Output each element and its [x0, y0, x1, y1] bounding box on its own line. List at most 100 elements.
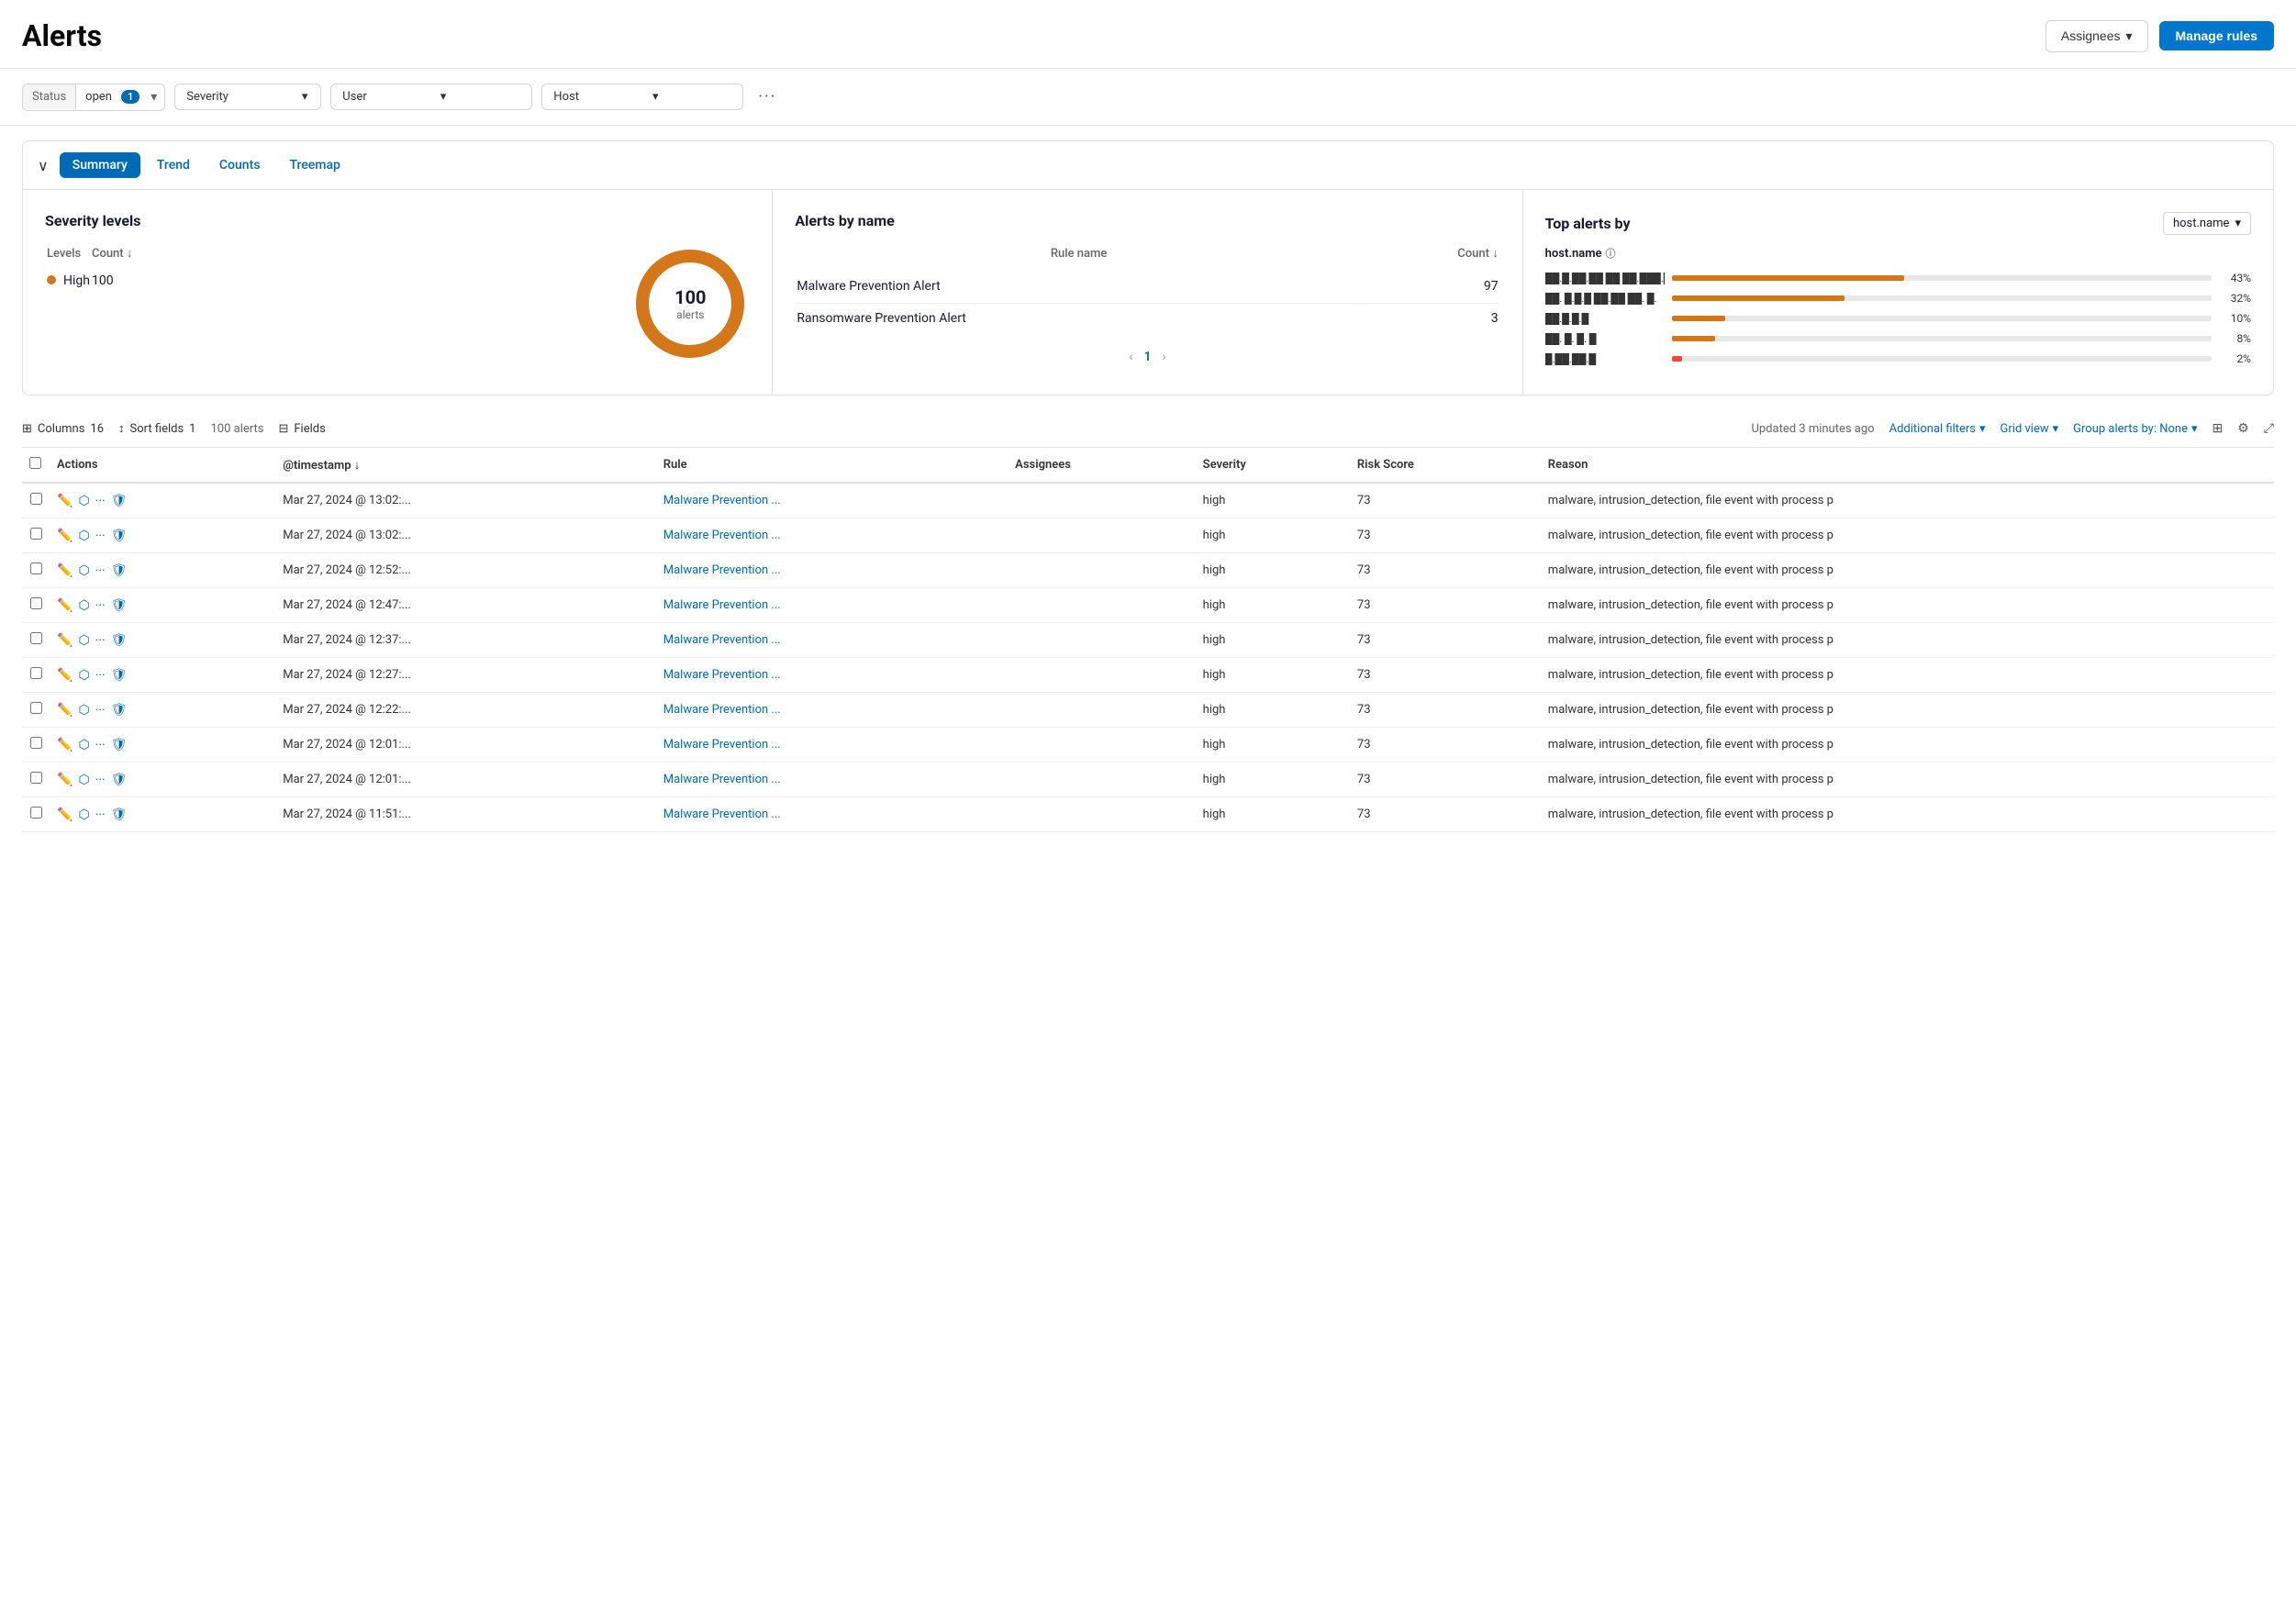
- row-checkbox-0[interactable]: [30, 493, 42, 505]
- more-icon[interactable]: ···: [95, 494, 106, 508]
- top-alerts-dropdown[interactable]: host.name ▾: [2163, 212, 2251, 235]
- row-checkbox-6[interactable]: [30, 702, 42, 714]
- assignees-button[interactable]: Assignees ▾: [2045, 20, 2148, 52]
- fields-button[interactable]: ⊟ Fields: [278, 422, 325, 436]
- columns-button[interactable]: ⊞ Columns 16: [22, 422, 104, 436]
- row-checkbox-cell-3: [22, 588, 50, 623]
- pencil-icon[interactable]: ✏️: [57, 738, 72, 752]
- shield-icon[interactable]: 🛡: [111, 563, 128, 578]
- shield-icon[interactable]: 🛡: [111, 808, 128, 822]
- row-actions-cell-8: ✏️ ⬡ ··· 🛡: [50, 763, 275, 797]
- shield-icon[interactable]: 🛡: [111, 633, 128, 648]
- alert-rule-count: 3: [1363, 303, 1499, 333]
- more-icon[interactable]: ···: [95, 808, 106, 822]
- row-checkbox-2[interactable]: [30, 562, 42, 574]
- rule-link-6[interactable]: Malware Prevention ...: [663, 703, 781, 717]
- prev-page-button[interactable]: ‹: [1129, 350, 1132, 364]
- pencil-icon[interactable]: ✏️: [57, 563, 72, 578]
- more-filters-button[interactable]: ···: [752, 82, 782, 112]
- network-icon[interactable]: ⬡: [78, 738, 89, 752]
- pencil-icon[interactable]: ✏️: [57, 598, 72, 613]
- more-icon[interactable]: ···: [95, 773, 106, 787]
- rule-link-7[interactable]: Malware Prevention ...: [663, 738, 781, 752]
- tab-counts[interactable]: Counts: [206, 152, 273, 178]
- row-checkbox-7[interactable]: [30, 737, 42, 749]
- rule-link-8[interactable]: Malware Prevention ...: [663, 773, 781, 786]
- severity-filter[interactable]: Severity ▾: [174, 84, 321, 110]
- shield-icon[interactable]: 🛡: [111, 773, 128, 787]
- more-icon[interactable]: ···: [95, 738, 106, 752]
- pencil-icon[interactable]: ✏️: [57, 529, 72, 543]
- row-rule-9: Malware Prevention ...: [656, 797, 1008, 832]
- timestamp-col-header[interactable]: @timestamp ↓: [275, 448, 656, 483]
- top-alert-bar-row: ██. █.█.█ ██.██ ██. █. 32%: [1545, 292, 2251, 305]
- user-filter[interactable]: User ▾: [330, 84, 532, 110]
- rule-link-5[interactable]: Malware Prevention ...: [663, 668, 781, 682]
- row-reason-8: malware, intrusion_detection, file event…: [1541, 763, 2274, 797]
- more-icon[interactable]: ···: [95, 633, 106, 648]
- tab-treemap[interactable]: Treemap: [276, 152, 352, 178]
- pencil-icon[interactable]: ✏️: [57, 633, 72, 648]
- row-timestamp-1: Mar 27, 2024 @ 13:02:...: [275, 518, 656, 553]
- more-icon[interactable]: ···: [95, 703, 106, 718]
- rule-link-1[interactable]: Malware Prevention ...: [663, 529, 781, 542]
- table-view-icon[interactable]: ⊞: [2212, 421, 2224, 436]
- pencil-icon[interactable]: ✏️: [57, 808, 72, 822]
- rule-link-0[interactable]: Malware Prevention ...: [663, 494, 781, 507]
- shield-icon[interactable]: 🛡: [111, 529, 128, 543]
- network-icon[interactable]: ⬡: [78, 563, 89, 578]
- grid-view-button[interactable]: Grid view ▾: [2001, 422, 2059, 436]
- shield-icon[interactable]: 🛡: [111, 668, 128, 683]
- rule-link-2[interactable]: Malware Prevention ...: [663, 563, 781, 577]
- more-icon[interactable]: ···: [95, 598, 106, 613]
- shield-icon[interactable]: 🛡: [111, 738, 128, 752]
- network-icon[interactable]: ⬡: [78, 773, 89, 787]
- pencil-icon[interactable]: ✏️: [57, 668, 72, 683]
- more-icon[interactable]: ···: [95, 563, 106, 578]
- more-icon[interactable]: ···: [95, 668, 106, 683]
- row-checkbox-1[interactable]: [30, 528, 42, 540]
- pencil-icon[interactable]: ✏️: [57, 773, 72, 787]
- host-filter[interactable]: Host ▾: [541, 84, 743, 110]
- pencil-icon[interactable]: ✏️: [57, 703, 72, 718]
- collapse-button[interactable]: ∨: [38, 157, 49, 174]
- manage-rules-button[interactable]: Manage rules: [2159, 21, 2274, 50]
- row-checkbox-8[interactable]: [30, 772, 42, 784]
- rule-link-9[interactable]: Malware Prevention ...: [663, 808, 781, 821]
- alert-rule-name: Ransomware Prevention Alert: [797, 303, 1360, 333]
- settings-icon[interactable]: ⚙: [2237, 421, 2249, 436]
- severity-levels-col: Levels: [47, 246, 90, 268]
- network-icon[interactable]: ⬡: [78, 633, 89, 648]
- network-icon[interactable]: ⬡: [78, 703, 89, 718]
- shield-icon[interactable]: 🛡: [111, 494, 128, 508]
- donut-sublabel: alerts: [674, 308, 706, 321]
- row-timestamp-8: Mar 27, 2024 @ 12:01:...: [275, 763, 656, 797]
- network-icon[interactable]: ⬡: [78, 494, 89, 508]
- current-page[interactable]: 1: [1143, 350, 1151, 364]
- row-checkbox-9[interactable]: [30, 807, 42, 819]
- network-icon[interactable]: ⬡: [78, 529, 89, 543]
- network-icon[interactable]: ⬡: [78, 808, 89, 822]
- pencil-icon[interactable]: ✏️: [57, 494, 72, 508]
- expand-icon[interactable]: ⤢: [2264, 421, 2274, 436]
- rule-link-3[interactable]: Malware Prevention ...: [663, 598, 781, 612]
- rule-link-4[interactable]: Malware Prevention ...: [663, 633, 781, 647]
- tab-summary[interactable]: Summary: [60, 152, 140, 178]
- network-icon[interactable]: ⬡: [78, 598, 89, 613]
- next-page-button[interactable]: ›: [1162, 350, 1165, 364]
- row-checkbox-5[interactable]: [30, 667, 42, 679]
- shield-icon[interactable]: 🛡: [111, 598, 128, 613]
- network-icon[interactable]: ⬡: [78, 668, 89, 683]
- sort-fields-button[interactable]: ↕ Sort fields 1: [118, 421, 195, 436]
- row-checkbox-4[interactable]: [30, 632, 42, 644]
- more-icon[interactable]: ···: [95, 529, 106, 543]
- shield-icon[interactable]: 🛡: [111, 703, 128, 718]
- additional-filters-button[interactable]: Additional filters ▾: [1889, 422, 1986, 436]
- visualization-section: ∨ Summary Trend Counts Treemap Severity …: [22, 140, 2274, 395]
- row-checkbox-3[interactable]: [30, 597, 42, 609]
- row-severity-2: high: [1196, 553, 1350, 588]
- status-filter[interactable]: Status open 1 ▾: [22, 84, 165, 111]
- tab-trend[interactable]: Trend: [144, 152, 203, 178]
- select-all-checkbox[interactable]: [29, 457, 41, 469]
- group-alerts-button[interactable]: Group alerts by: None ▾: [2073, 422, 2197, 436]
